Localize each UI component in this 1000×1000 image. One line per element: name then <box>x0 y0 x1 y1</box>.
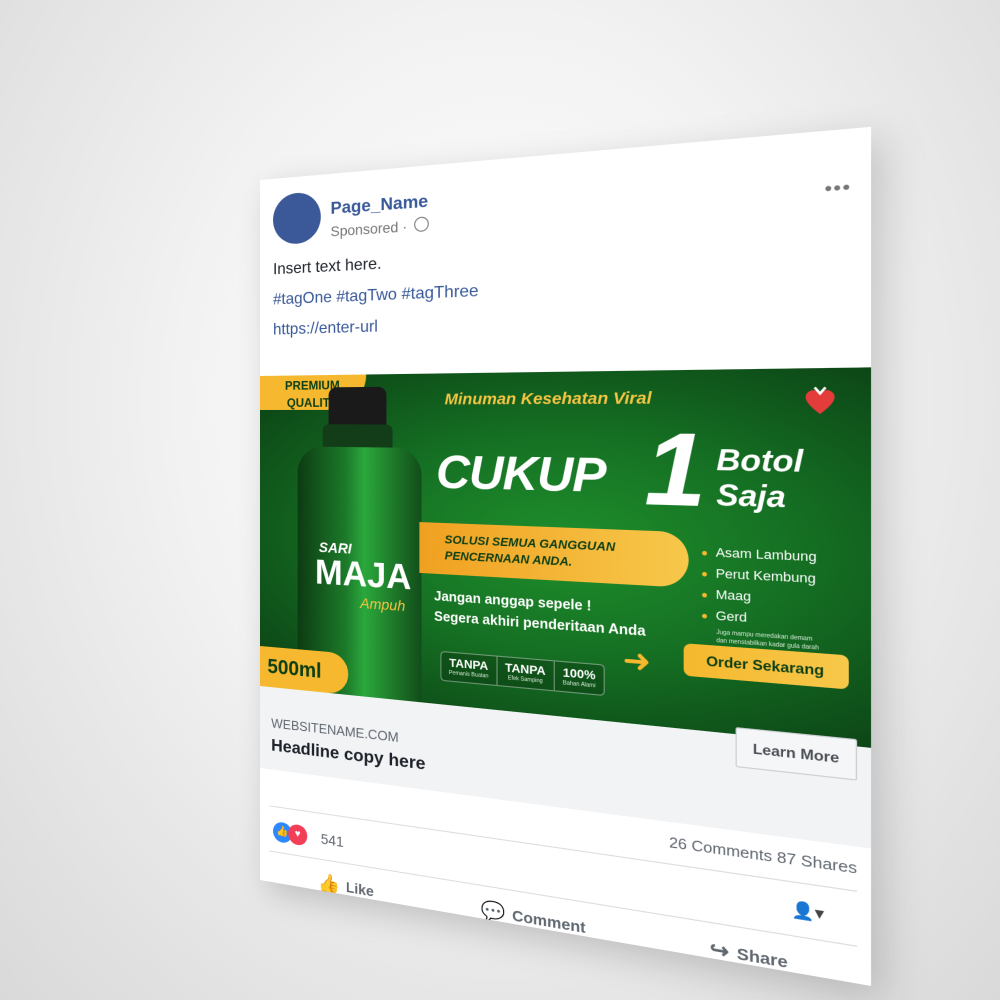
feature-badge: TANPA Pemanis Buatan <box>441 652 498 685</box>
sponsored-separator: · <box>402 217 408 235</box>
comment-label: Comment <box>512 906 586 937</box>
ad-botol-text: Botol <box>716 442 804 479</box>
feature-badges: TANPA Pemanis Buatan TANPA Efek Samping … <box>440 650 605 697</box>
ad-tagline: Jangan anggap sepele ! Segera akhiri pen… <box>434 586 646 642</box>
bottle-ampuh-text: Ampuh <box>360 594 406 615</box>
reaction-count[interactable]: 541 <box>321 830 344 850</box>
comment-icon: 💬 <box>480 898 506 925</box>
share-icon: ↪ <box>709 936 730 964</box>
curved-arrow-icon: ➜ <box>622 642 651 680</box>
like-label: Like <box>345 878 374 900</box>
shares-count[interactable]: 87 Shares <box>777 848 857 877</box>
love-reaction-icon[interactable]: ♥ <box>288 823 308 847</box>
page-avatar[interactable] <box>273 191 321 246</box>
page-name[interactable]: Page_Name <box>331 191 429 219</box>
bottle-cap <box>328 386 387 429</box>
comments-count[interactable]: 26 Comments <box>669 833 772 865</box>
stage: Page_Name Sponsored · ••• Insert text he… <box>0 0 1000 1000</box>
share-button[interactable]: ↪ Share <box>710 936 788 974</box>
benefit-list: Asam Lambung Perut Kembung Maag Gerd <box>701 542 817 634</box>
comment-button[interactable]: 💬 Comment <box>481 898 586 939</box>
link-headline[interactable]: Headline copy here <box>271 735 425 775</box>
sponsored-text: Sponsored <box>330 218 399 240</box>
facebook-post-card: Page_Name Sponsored · ••• Insert text he… <box>260 126 872 986</box>
ad-banner-image[interactable]: PREMIUM QUALITY SARI MAJA Ampuh 500ml Mi… <box>260 367 872 748</box>
solution-banner: SOLUSI SEMUA GANGGUAN PENCERNAAN ANDA. <box>419 522 689 588</box>
ad-headline-botol-saja: Botol Saja <box>716 442 803 515</box>
profile-selector-icon[interactable]: 👤▾ <box>791 899 824 925</box>
thumbs-up-icon: 👍 <box>317 871 340 896</box>
share-label: Share <box>736 943 788 972</box>
feature-badge: 100% Bahan Alami <box>555 661 604 694</box>
ad-headline-one: 1 <box>644 412 707 530</box>
feature-badge: TANPA Efek Samping <box>497 656 555 691</box>
ad-headline-cukup: CUKUP <box>436 445 606 504</box>
heart-logo-icon <box>805 382 835 415</box>
like-button[interactable]: 👍 Like <box>318 871 374 902</box>
bottle-maja-text: MAJA <box>314 552 412 598</box>
sponsored-label: Sponsored · <box>330 216 429 240</box>
more-options-icon[interactable]: ••• <box>824 177 851 201</box>
globe-icon <box>414 216 429 233</box>
ad-subtitle: Minuman Kesehatan Viral <box>444 388 652 409</box>
order-now-button[interactable]: Order Sekarang <box>683 643 849 690</box>
ad-saja-text: Saja <box>716 477 786 515</box>
